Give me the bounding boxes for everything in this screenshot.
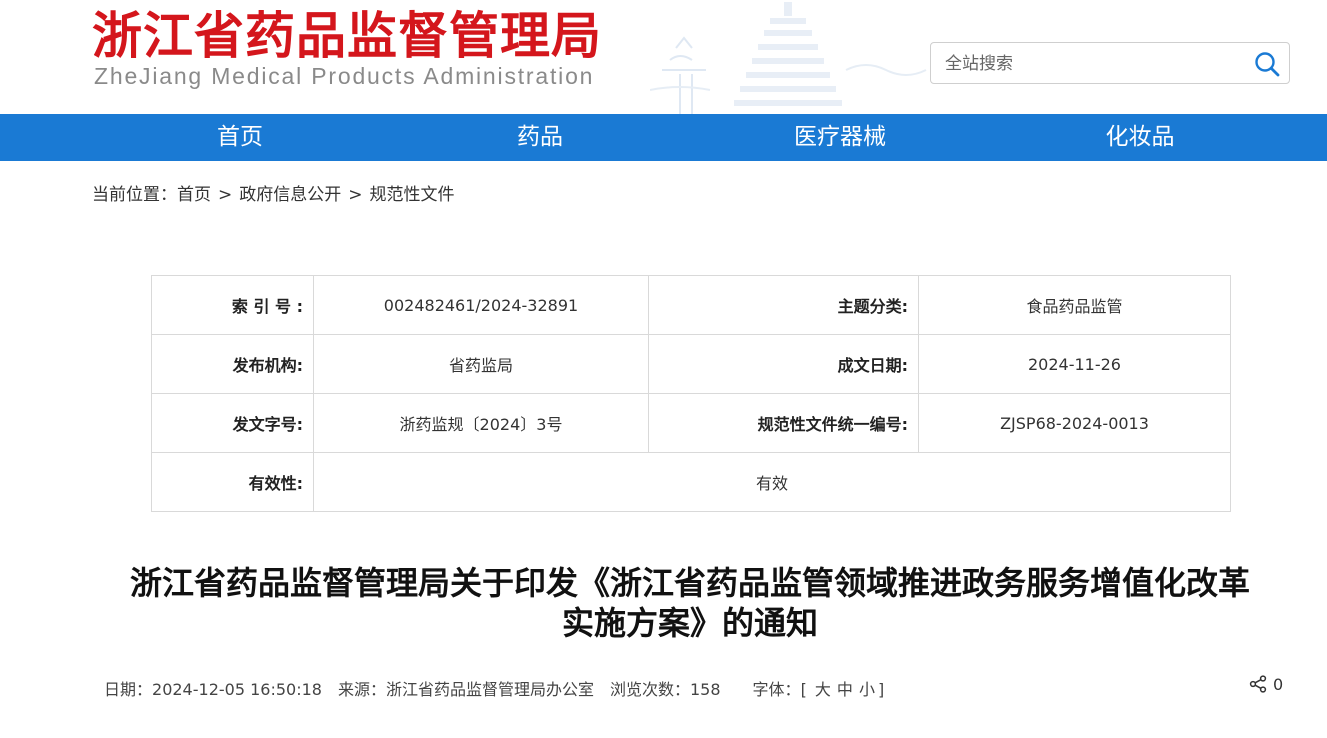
font-size-label: 字体： — [752, 680, 801, 699]
breadcrumb-normative-docs-link[interactable]: 规范性文件 — [370, 185, 455, 205]
font-size-large-button[interactable]: 大 — [815, 680, 831, 699]
source-label: 来源： — [337, 680, 386, 699]
unified-number-label: 规范性文件统一编号: — [648, 393, 919, 453]
font-size-small-button[interactable]: 小 — [859, 680, 875, 699]
publish-date-value: 2024-12-05 16:50:18 — [152, 680, 322, 699]
share-icon — [1249, 675, 1267, 693]
breadcrumb-gov-info-link[interactable]: 政府信息公开 — [239, 185, 341, 205]
info-row: 发布机构: 省药监局 成文日期: 2024-11-26 — [151, 334, 1231, 394]
info-row: 发文字号: 浙药监规〔2024〕3号 规范性文件统一编号: ZJSP68-202… — [151, 393, 1231, 453]
nav-item-drugs[interactable]: 药品 — [390, 114, 690, 161]
date-label: 日期： — [104, 680, 153, 699]
document-number-label: 发文字号: — [151, 393, 314, 453]
document-number-value: 浙药监规〔2024〕3号 — [313, 393, 649, 453]
validity-label: 有效性: — [151, 452, 314, 512]
info-row: 有效性: 有效 — [151, 452, 1231, 512]
nav-item-cosmetics[interactable]: 化妆品 — [990, 114, 1290, 161]
creation-date-label: 成文日期: — [648, 334, 919, 394]
share-button[interactable]: 0 — [1249, 675, 1283, 694]
site-logo-title[interactable]: 浙江省药品监督管理局 — [92, 6, 602, 66]
unified-number-value: ZJSP68-2024-0013 — [918, 393, 1231, 453]
index-number-value: 002482461/2024-32891 — [313, 275, 649, 335]
breadcrumb: 当前位置：首页 > 政府信息公开 > 规范性文件 — [92, 180, 455, 205]
topic-category-label: 主题分类: — [648, 275, 919, 335]
main-nav: 首页 药品 医疗器械 化妆品 — [0, 114, 1327, 161]
creation-date-value: 2024-11-26 — [918, 334, 1231, 394]
breadcrumb-separator: > — [218, 185, 233, 205]
views-label: 浏览次数： — [609, 680, 690, 699]
article-title-line: 浙江省药品监督管理局关于印发《浙江省药品监管领域推进政务服务增值化改革 — [129, 564, 1250, 602]
breadcrumb-separator: > — [348, 185, 363, 205]
breadcrumb-prefix: 当前位置： — [92, 185, 177, 205]
topic-category-value: 食品药品监管 — [918, 275, 1231, 335]
article-title: 浙江省药品监督管理局关于印发《浙江省药品监管领域推进政务服务增值化改革 实施方案… — [90, 563, 1290, 643]
site-logo-subtitle: ZheJiang Medical Products Administration — [94, 63, 595, 89]
publisher-label: 发布机构: — [151, 334, 314, 394]
nav-item-home[interactable]: 首页 — [90, 114, 390, 161]
publisher-value: 省药监局 — [313, 334, 649, 394]
views-count: 158 — [690, 680, 721, 699]
font-size-bracket: ] — [877, 680, 885, 699]
source-value: 浙江省药品监督管理局办公室 — [385, 680, 594, 699]
index-number-label: 索 引 号 : — [151, 275, 314, 335]
search-icon[interactable] — [1253, 50, 1281, 82]
font-size-bracket: [ — [800, 680, 807, 699]
site-header: 浙江省药品监督管理局 ZheJiang Medical Products Adm… — [0, 0, 1327, 114]
breadcrumb-home-link[interactable]: 首页 — [177, 185, 211, 205]
document-info-table: 索 引 号 : 002482461/2024-32891 主题分类: 食品药品监… — [151, 275, 1231, 512]
font-size-medium-button[interactable]: 中 — [837, 680, 853, 699]
pagoda-watermark-illustration — [650, 2, 927, 114]
nav-item-medical-devices[interactable]: 医疗器械 — [690, 114, 990, 161]
search-input[interactable] — [943, 51, 1247, 77]
article-title-line: 实施方案》的通知 — [561, 604, 818, 642]
share-count: 0 — [1273, 675, 1284, 694]
site-search-box — [930, 42, 1290, 84]
info-row: 索 引 号 : 002482461/2024-32891 主题分类: 食品药品监… — [151, 275, 1231, 335]
validity-value: 有效 — [313, 452, 1231, 512]
article-meta: 日期：2024-12-05 16:50:18 来源：浙江省药品监督管理局办公室 浏览… — [104, 676, 884, 700]
